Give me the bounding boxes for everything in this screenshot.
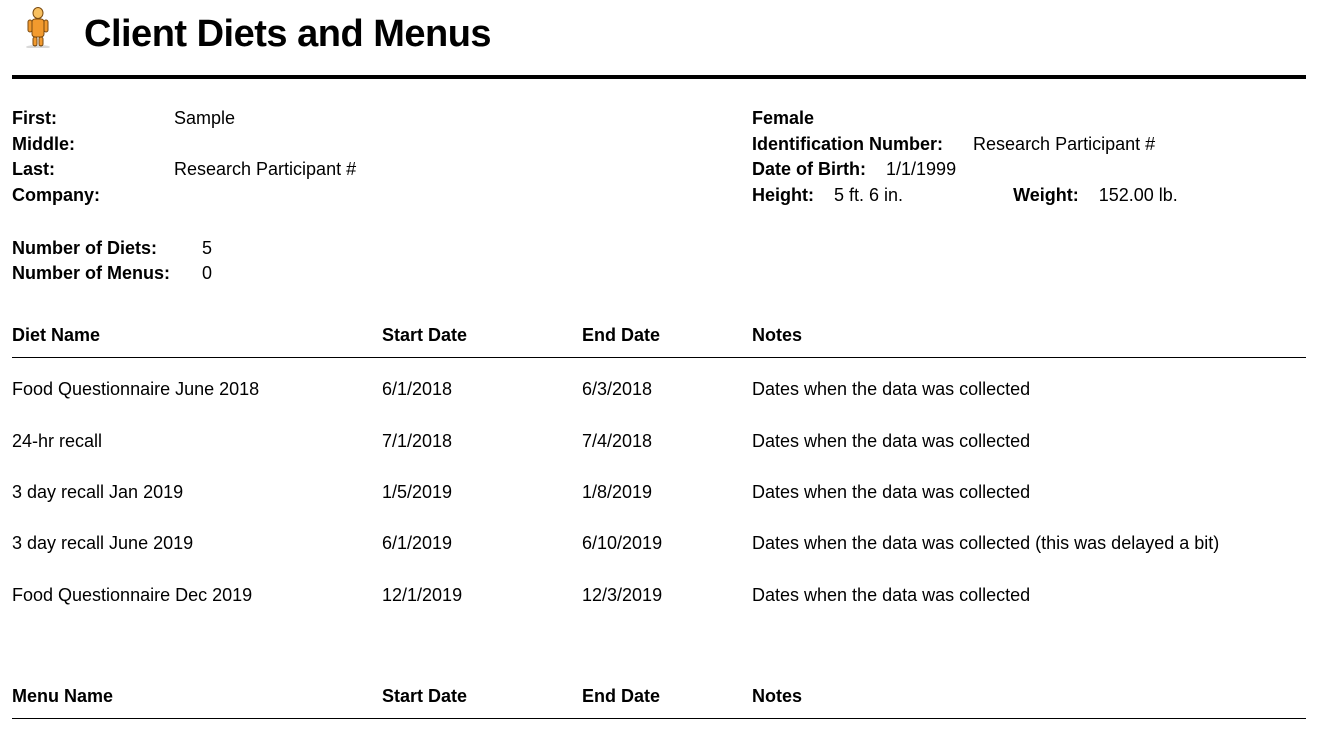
label-weight: Weight: (1013, 185, 1079, 205)
field-middle: Middle: (12, 133, 752, 156)
value-first: Sample (174, 107, 235, 130)
label-num-menus: Number of Menus: (12, 262, 202, 285)
diet-cell-name: 3 day recall June 2019 (12, 518, 382, 569)
field-gender: Female (752, 107, 1306, 130)
diet-cell-start: 12/1/2019 (382, 570, 582, 621)
value-height: 5 ft. 6 in. (834, 185, 903, 205)
diet-cell-notes: Dates when the data was collected (this … (752, 518, 1306, 569)
table-row: Food Questionnaire Dec 201912/1/201912/3… (12, 570, 1306, 621)
diet-cell-end: 1/8/2019 (582, 467, 752, 518)
report-header: Client Diets and Menus (12, 10, 1306, 75)
value-num-diets: 5 (202, 237, 212, 260)
divider-thick (12, 75, 1306, 79)
table-row: 24-hr recall7/1/20187/4/2018Dates when t… (12, 416, 1306, 467)
menu-table-header-row: Menu Name Start Date End Date Notes (12, 681, 1306, 719)
diet-cell-notes: Dates when the data was collected (752, 416, 1306, 467)
field-first: First: Sample (12, 107, 752, 130)
field-num-menus: Number of Menus: 0 (12, 262, 1306, 285)
diet-header-end: End Date (582, 320, 752, 358)
diet-cell-start: 6/1/2019 (382, 518, 582, 569)
client-info: First: Sample Middle: Last: Research Par… (12, 107, 1306, 209)
diet-cell-name: 3 day recall Jan 2019 (12, 467, 382, 518)
field-dob: Date of Birth: 1/1/1999 (752, 158, 1306, 181)
table-row: 3 day recall Jan 20191/5/20191/8/2019Dat… (12, 467, 1306, 518)
diet-cell-start: 6/1/2018 (382, 358, 582, 416)
label-height: Height: (752, 185, 814, 205)
diet-table: Diet Name Start Date End Date Notes Food… (12, 320, 1306, 621)
menu-header-end: End Date (582, 681, 752, 719)
diet-table-header-row: Diet Name Start Date End Date Notes (12, 320, 1306, 358)
label-num-diets: Number of Diets: (12, 237, 202, 260)
diet-cell-notes: Dates when the data was collected (752, 570, 1306, 621)
label-dob: Date of Birth: (752, 159, 866, 179)
value-last: Research Participant # (174, 158, 356, 181)
diet-cell-notes: Dates when the data was collected (752, 358, 1306, 416)
label-last: Last: (12, 158, 174, 181)
value-num-menus: 0 (202, 262, 212, 285)
menu-header-name: Menu Name (12, 681, 382, 719)
field-height-weight: Height: 5 ft. 6 in. Weight: 152.00 lb. (752, 184, 1306, 207)
diet-header-start: Start Date (382, 320, 582, 358)
diet-header-notes: Notes (752, 320, 1306, 358)
diet-cell-name: Food Questionnaire Dec 2019 (12, 570, 382, 621)
label-identification: Identification Number: (752, 134, 943, 154)
diet-cell-end: 7/4/2018 (582, 416, 752, 467)
label-first: First: (12, 107, 174, 130)
field-company: Company: (12, 184, 752, 207)
label-middle: Middle: (12, 133, 174, 156)
diet-cell-start: 1/5/2019 (382, 467, 582, 518)
menu-header-start: Start Date (382, 681, 582, 719)
value-dob: 1/1/1999 (886, 159, 956, 179)
diet-cell-end: 6/3/2018 (582, 358, 752, 416)
diet-cell-start: 7/1/2018 (382, 416, 582, 467)
diet-cell-name: 24-hr recall (12, 416, 382, 467)
counts-block: Number of Diets: 5 Number of Menus: 0 (12, 237, 1306, 286)
diet-cell-end: 12/3/2019 (582, 570, 752, 621)
person-icon (24, 6, 52, 54)
value-gender: Female (752, 108, 814, 128)
diet-cell-name: Food Questionnaire June 2018 (12, 358, 382, 416)
client-info-left: First: Sample Middle: Last: Research Par… (12, 107, 752, 209)
page-title: Client Diets and Menus (84, 10, 491, 59)
label-company: Company: (12, 184, 174, 207)
table-row: 3 day recall June 20196/1/20196/10/2019D… (12, 518, 1306, 569)
field-num-diets: Number of Diets: 5 (12, 237, 1306, 260)
diet-header-name: Diet Name (12, 320, 382, 358)
table-row: Food Questionnaire June 20186/1/20186/3/… (12, 358, 1306, 416)
value-weight: 152.00 lb. (1099, 185, 1178, 205)
field-identification: Identification Number: Research Particip… (752, 133, 1306, 156)
field-last: Last: Research Participant # (12, 158, 752, 181)
menu-header-notes: Notes (752, 681, 1306, 719)
diet-cell-notes: Dates when the data was collected (752, 467, 1306, 518)
menu-table: Menu Name Start Date End Date Notes (12, 681, 1306, 719)
client-info-right: Female Identification Number: Research P… (752, 107, 1306, 209)
diet-cell-end: 6/10/2019 (582, 518, 752, 569)
value-identification: Research Participant # (973, 134, 1155, 154)
